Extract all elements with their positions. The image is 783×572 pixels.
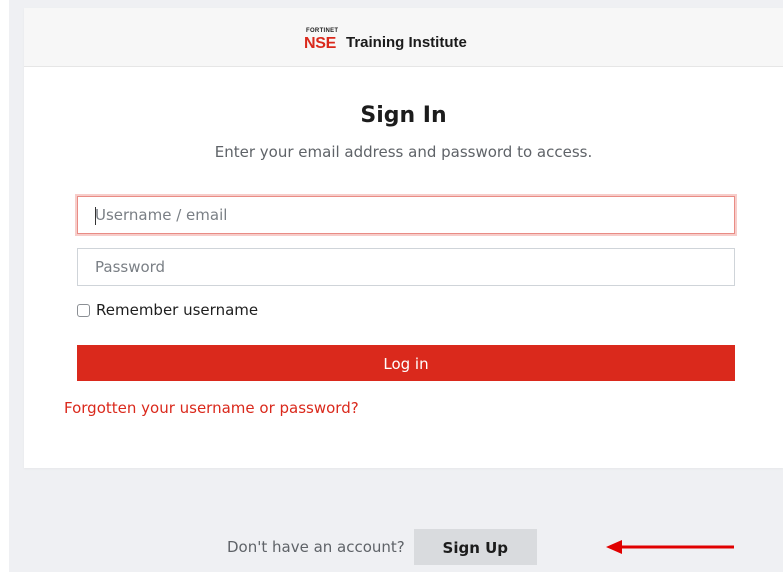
red-arrow-left-icon <box>606 540 734 554</box>
username-input[interactable] <box>77 196 735 234</box>
logo-fortinet-text: FORTINET <box>306 28 339 34</box>
signup-row: Don't have an account? Sign Up <box>227 529 537 565</box>
remember-username-row[interactable]: Remember username <box>77 300 258 320</box>
signup-prompt: Don't have an account? <box>227 538 405 556</box>
card-header: FORTINET NSE Training Institute <box>24 8 783 67</box>
page-subtitle: Enter your email address and password to… <box>214 143 593 161</box>
forgot-credentials-link[interactable]: Forgotten your username or password? <box>64 398 359 418</box>
nse-training-institute-logo: FORTINET NSE Training Institute <box>304 26 467 52</box>
fortinet-nse-logo-mark: FORTINET NSE <box>304 28 342 52</box>
logo-nse-text: NSE <box>304 35 336 52</box>
signup-button[interactable]: Sign Up <box>413 529 537 565</box>
remember-username-label[interactable]: Remember username <box>96 300 258 320</box>
signin-card: FORTINET NSE Training Institute Sign In … <box>24 8 783 468</box>
text-caret <box>95 207 96 225</box>
logo-training-institute-text: Training Institute <box>346 34 467 51</box>
page-title: Sign In <box>360 103 447 128</box>
password-input[interactable] <box>77 248 735 286</box>
login-button[interactable]: Log in <box>77 345 735 381</box>
remember-username-checkbox[interactable] <box>77 303 90 317</box>
